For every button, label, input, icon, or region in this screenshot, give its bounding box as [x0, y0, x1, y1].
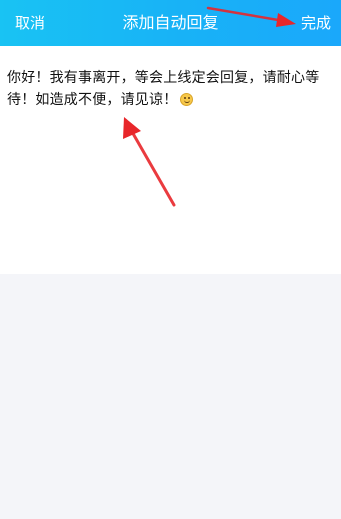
top-nav-bar: 取消 添加自动回复 完成: [0, 0, 341, 46]
auto-reply-text[interactable]: 你好！我有事离开，等会上线定会回复，请耐心等待！如造成不便，请见谅！: [7, 67, 337, 111]
auto-reply-message: 你好！我有事离开，等会上线定会回复，请耐心等待！如造成不便，请见谅！: [7, 70, 320, 108]
page-title: 添加自动回复: [122, 13, 219, 32]
empty-background-area: [0, 274, 341, 519]
done-button[interactable]: 完成: [301, 0, 331, 46]
auto-reply-editor[interactable]: 你好！我有事离开，等会上线定会回复，请耐心等待！如造成不便，请见谅！: [0, 46, 341, 274]
smile-emoji-icon: [180, 93, 194, 106]
